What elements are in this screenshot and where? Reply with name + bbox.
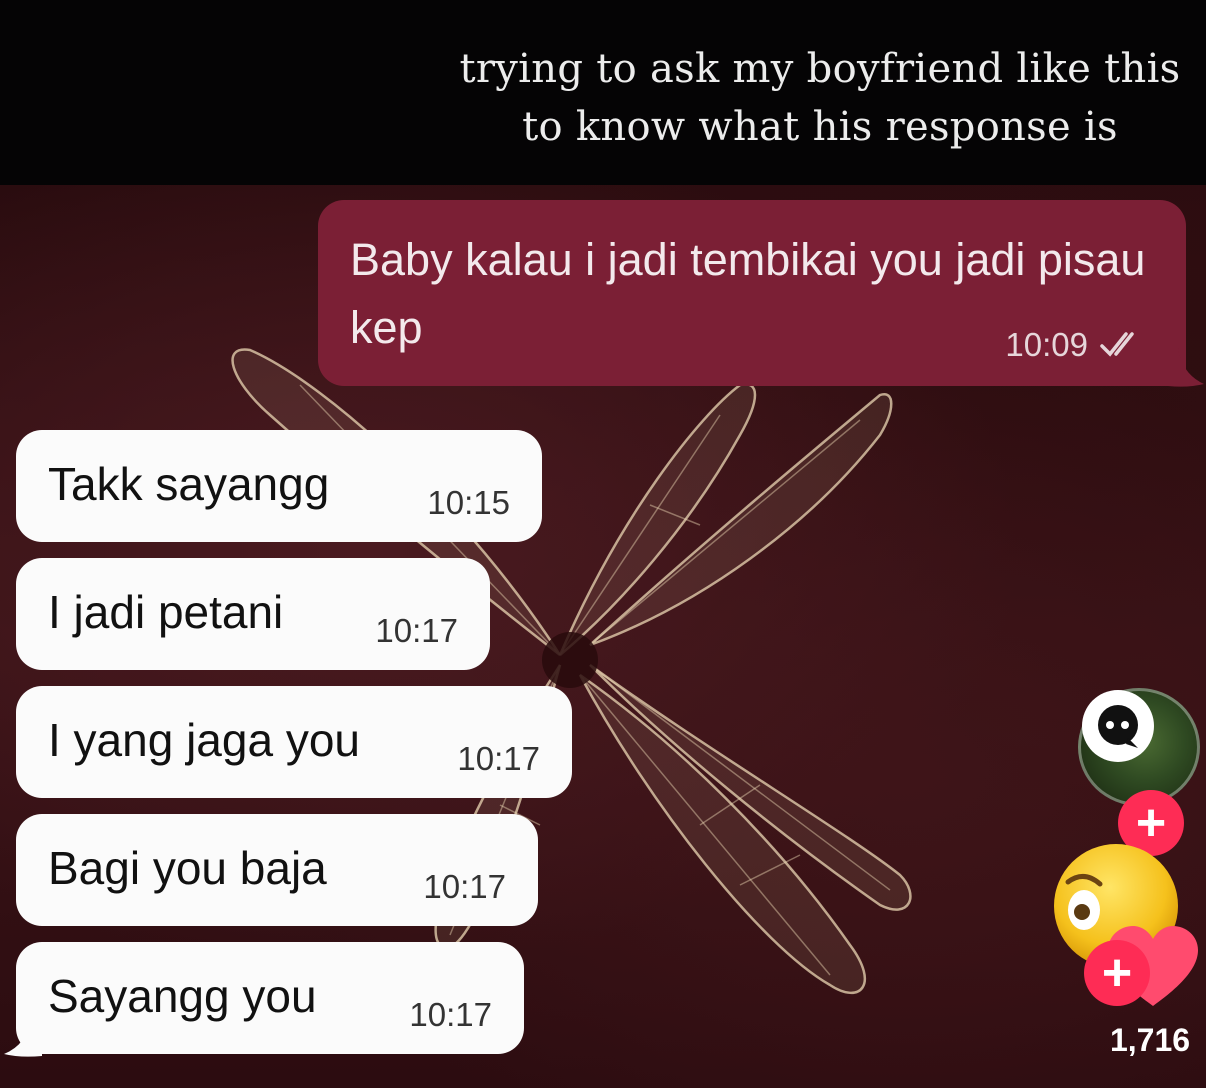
caption-line-2: to know what his response is: [522, 104, 1118, 150]
incoming-message-bubble[interactable]: Takk sayangg 10:15: [16, 430, 542, 542]
chat-bubble-icon-glyph: [1098, 705, 1138, 748]
caption-line-1: trying to ask my boyfriend like this: [459, 46, 1181, 92]
incoming-message-time: 10:17: [457, 740, 540, 777]
caption-band: trying to ask my boyfriend like this to …: [0, 0, 1206, 185]
incoming-message-text: Sayangg you: [48, 970, 317, 1022]
incoming-message-bubble[interactable]: Sayangg you 10:17: [16, 942, 524, 1054]
video-caption: trying to ask my boyfriend like this to …: [430, 40, 1206, 156]
outgoing-message-time: 10:09: [1005, 326, 1088, 363]
incoming-message-bubble[interactable]: I yang jaga you 10:17: [16, 686, 572, 798]
like-count: 1,716: [1109, 1022, 1191, 1058]
follow-plus-icon[interactable]: +: [1084, 940, 1150, 1006]
incoming-message-time: 10:17: [423, 868, 506, 905]
incoming-message-time: 10:17: [409, 996, 492, 1033]
double-check-icon: [1100, 332, 1134, 357]
incoming-bubble-tail: [4, 1018, 42, 1057]
incoming-message-time: 10:15: [427, 484, 510, 521]
chat-bubble-icon[interactable]: [1082, 690, 1154, 762]
incoming-message-text: I yang jaga you: [48, 714, 361, 766]
incoming-message-text: I jadi petani: [48, 586, 284, 638]
outgoing-message-meta: 10:09: [1005, 326, 1142, 364]
outgoing-bubble-tail: [1168, 348, 1204, 387]
incoming-message-bubble[interactable]: Bagi you baja 10:17: [16, 814, 538, 926]
incoming-message-time: 10:17: [375, 612, 458, 649]
incoming-message-text: Takk sayangg: [48, 458, 330, 510]
incoming-message-text: Bagi you baja: [48, 842, 327, 894]
incoming-message-bubble[interactable]: I jadi petani 10:17: [16, 558, 490, 670]
outgoing-message-bubble[interactable]: Baby kalau i jadi tembikai you jadi pisa…: [318, 200, 1186, 386]
